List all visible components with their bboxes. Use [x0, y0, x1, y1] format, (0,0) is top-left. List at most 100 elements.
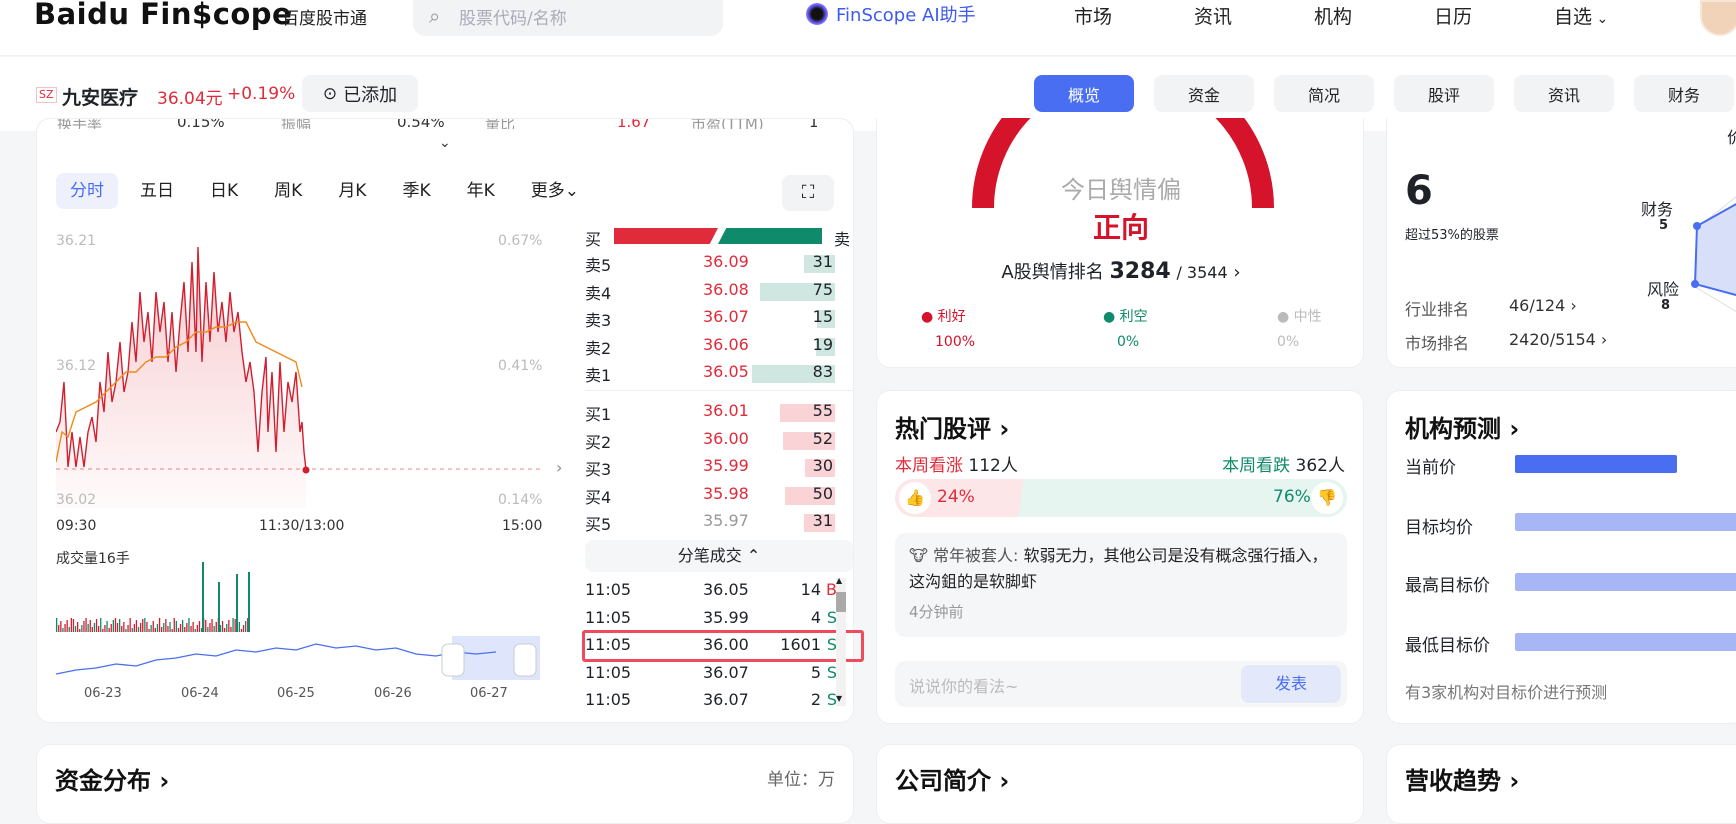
good-value: 100%	[935, 334, 976, 350]
chevron-down-icon: ⌄	[1592, 11, 1609, 27]
trades-toggle[interactable]: 分笔成交 ⌃	[585, 540, 853, 572]
y-label-high: 36.21	[56, 233, 97, 249]
tab-5day[interactable]: 五日	[126, 173, 188, 209]
revenue-title[interactable]: 营收趋势 ›	[1405, 761, 1519, 796]
market-rank[interactable]: 2420/5154 ›	[1509, 330, 1607, 349]
volume-bar	[79, 629, 81, 632]
nav-market[interactable]: 市场	[1074, 2, 1112, 29]
bid-row[interactable]: 买3 35.99 30	[585, 456, 855, 480]
stat-amplitude: 0.54%	[397, 118, 445, 129]
tab-monthly-k[interactable]: 月K	[324, 173, 380, 209]
good-label: 利好	[937, 309, 966, 325]
bid-row[interactable]: 买1 36.01 55	[585, 401, 855, 425]
comment-input-box[interactable]: 说说你的看法~ 发表	[895, 661, 1347, 707]
highlight-box	[582, 630, 864, 662]
check-circle-icon: ⊙	[322, 83, 338, 104]
comment-item[interactable]: 🐮 常年被套人: 软弱无力，其他公司是没有概念强行插入，这沟鉏的是软脚虾 4分钟…	[895, 533, 1347, 637]
scroll-thumb[interactable]	[836, 592, 846, 612]
tab-finance[interactable]: 财务	[1634, 75, 1734, 112]
institution-title[interactable]: 机构预测 ›	[1405, 409, 1519, 444]
trade-time: 11:05	[585, 662, 632, 682]
tab-daily-k[interactable]: 日K	[196, 173, 252, 209]
tab-overview[interactable]: 概览	[1034, 75, 1134, 112]
radar-chart	[1691, 196, 1736, 312]
tab-profile[interactable]: 简况	[1274, 75, 1374, 112]
tab-yearly-k[interactable]: 年K	[453, 173, 509, 209]
tab-funds[interactable]: 资金	[1154, 75, 1254, 112]
range-mini-chart[interactable]	[56, 634, 540, 680]
bid-row[interactable]: 买2 36.00 52	[585, 429, 855, 453]
post-button[interactable]: 发表	[1241, 665, 1341, 703]
nav-calendar[interactable]: 日历	[1434, 2, 1472, 29]
volume-bar	[135, 620, 138, 632]
hot-review-title[interactable]: 热门股评 ›	[895, 409, 1009, 444]
rank-total: / 3544	[1176, 263, 1228, 282]
scroll-up-icon[interactable]: ▲	[836, 576, 842, 585]
tab-weekly-k[interactable]: 周K	[260, 173, 316, 209]
trade-price: 35.99	[703, 607, 749, 627]
nav-news[interactable]: 资讯	[1194, 2, 1232, 29]
trade-row[interactable]: 11:05 36.05 14 B	[585, 578, 841, 604]
intraday-chart[interactable]	[56, 232, 540, 508]
bid-row[interactable]: 买5 35.97 31	[585, 511, 855, 535]
market-rank-label: 市场排名	[1405, 334, 1470, 353]
trade-row[interactable]: 11:05 36.07 5 S	[585, 661, 841, 687]
ask-row[interactable]: 卖4 36.08 75	[585, 280, 855, 304]
trade-time: 11:05	[585, 690, 632, 709]
level-label: 卖2	[585, 338, 612, 358]
sentiment-title: 今日舆情偏	[1061, 176, 1181, 204]
ask-row[interactable]: 卖3 36.07 15	[585, 307, 855, 331]
search-box[interactable]: ⌕ 股票代码/名称	[413, 0, 723, 36]
fullscreen-button[interactable]: ⛶	[782, 175, 834, 211]
tab-reviews[interactable]: 股评	[1394, 75, 1494, 112]
range-handle-left[interactable]	[441, 643, 465, 677]
tab-intraday[interactable]: 分时	[56, 173, 118, 209]
logo[interactable]: Baidu Fin$cope	[34, 0, 292, 29]
chevron-right-icon[interactable]: ›	[556, 458, 562, 477]
sentiment-rank[interactable]: A股舆情排名 3284 / 3544 ›	[877, 258, 1363, 284]
y-label-low: 36.02	[56, 492, 97, 508]
avatar[interactable]	[1700, 0, 1736, 36]
volume-bar	[110, 624, 112, 632]
search-input[interactable]: 股票代码/名称	[459, 4, 567, 29]
trade-row[interactable]: 11:05 35.99 4 S	[585, 606, 841, 632]
rank-label: A股舆情排名	[1001, 262, 1104, 283]
nav-institution[interactable]: 机构	[1314, 2, 1352, 29]
range-handle-right[interactable]	[513, 643, 537, 677]
tab-news[interactable]: 资讯	[1514, 75, 1614, 112]
tab-quarterly-k[interactable]: 季K	[388, 173, 444, 209]
volume-bar	[211, 619, 213, 632]
radar-top-label: 价	[1727, 124, 1736, 148]
thumbs-up-icon[interactable]: 👍	[899, 482, 931, 514]
industry-rank[interactable]: 46/124 ›	[1509, 296, 1577, 315]
volume-bar	[194, 629, 196, 632]
volume-bar	[173, 618, 175, 632]
ask-row[interactable]: 卖1 36.05 83	[585, 362, 855, 386]
trades-scrollbar[interactable]: ▲ ▼	[836, 576, 846, 706]
volume-bar	[236, 574, 238, 632]
stat-volratio: 1.67	[617, 118, 651, 129]
volume-bar	[171, 629, 173, 632]
thumbs-down-icon[interactable]: 👎	[1311, 482, 1343, 514]
company-profile-card: 公司简介 ›	[876, 744, 1364, 824]
trade-row[interactable]: 11:05 36.07 2 S	[585, 688, 841, 714]
ai-assistant-button[interactable]: FinScope AI助手	[806, 0, 976, 28]
company-title[interactable]: 公司简介 ›	[895, 761, 1009, 796]
bid-row[interactable]: 买4 35.98 50	[585, 484, 855, 508]
tab-more[interactable]: 更多⌄	[517, 173, 593, 209]
chevron-right-icon: ›	[991, 415, 1010, 443]
chevron-right-icon: ›	[1233, 262, 1241, 283]
fund-title[interactable]: 资金分布 ›	[55, 761, 169, 796]
nav-watchlist[interactable]: 自选 ⌄	[1554, 2, 1608, 29]
volume-bar	[248, 572, 250, 632]
scroll-down-icon[interactable]: ▼	[836, 694, 842, 703]
ask-row[interactable]: 卖5 36.09 31	[585, 252, 855, 276]
up-label: 本周看涨	[895, 456, 963, 476]
level-price: 35.98	[703, 483, 749, 503]
collapse-chevron-icon[interactable]: ⌄	[439, 135, 451, 151]
comment-input[interactable]: 说说你的看法~	[909, 673, 1018, 697]
volume-bar	[146, 622, 148, 632]
added-button[interactable]: ⊙ 已添加	[302, 75, 418, 112]
stat-turnover-label: 换手率	[57, 118, 103, 129]
ask-row[interactable]: 卖2 36.06 19	[585, 335, 855, 359]
